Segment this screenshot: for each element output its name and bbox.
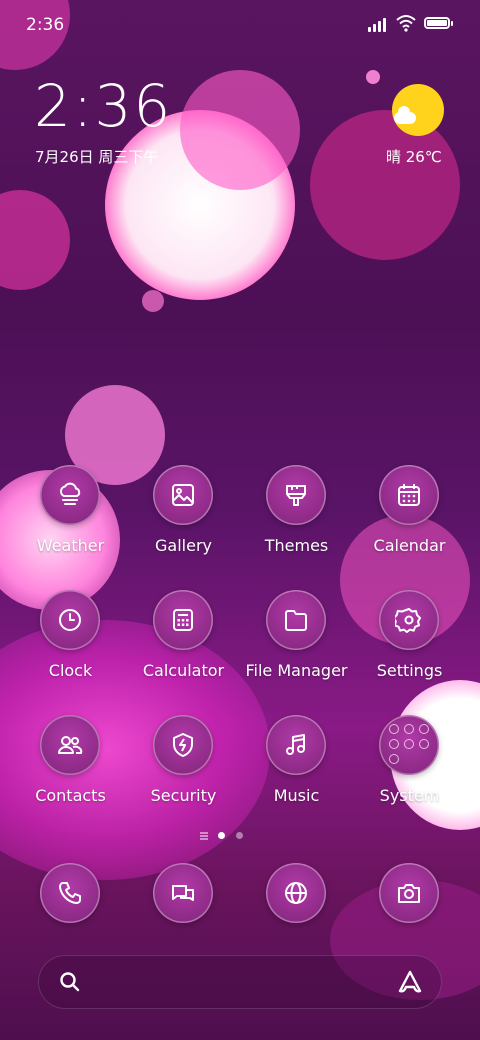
dock-messages[interactable] bbox=[127, 863, 240, 925]
dock-phone[interactable] bbox=[14, 863, 127, 925]
app-label: Settings bbox=[376, 661, 443, 680]
weather-temperature: 晴 26℃ bbox=[386, 148, 442, 166]
globe-icon bbox=[285, 882, 307, 904]
app-weather[interactable]: Weather bbox=[14, 465, 127, 575]
status-bar: 2:36 bbox=[0, 0, 480, 50]
page-dot bbox=[236, 832, 243, 839]
list-icon bbox=[200, 832, 208, 834]
contacts-icon bbox=[58, 736, 83, 754]
app-calculator[interactable]: Calculator bbox=[127, 590, 240, 700]
camera-icon bbox=[398, 884, 420, 903]
phone-icon bbox=[59, 882, 81, 904]
calculator-icon bbox=[173, 609, 193, 631]
folder-grid-icon bbox=[389, 724, 429, 764]
folder-system[interactable]: System bbox=[353, 715, 466, 825]
page-indicator[interactable] bbox=[200, 831, 250, 841]
app-music[interactable]: Music bbox=[240, 715, 353, 825]
page-dot-active bbox=[218, 832, 225, 839]
cloud-icon bbox=[394, 106, 416, 124]
app-label: Calendar bbox=[373, 536, 446, 555]
themes-icon bbox=[286, 485, 306, 506]
app-label: System bbox=[379, 786, 440, 805]
app-settings[interactable]: Settings bbox=[353, 590, 466, 700]
battery-icon bbox=[424, 17, 453, 29]
dock-browser[interactable] bbox=[240, 863, 353, 925]
calendar-icon bbox=[398, 484, 420, 506]
search-icon bbox=[60, 972, 80, 992]
app-contacts[interactable]: Contacts bbox=[14, 715, 127, 825]
signal-icon bbox=[368, 16, 390, 32]
clock-widget-time[interactable]: 2:36 bbox=[34, 72, 172, 140]
app-themes[interactable]: Themes bbox=[240, 465, 353, 575]
app-gallery[interactable]: Gallery bbox=[127, 465, 240, 575]
gallery-icon bbox=[172, 484, 194, 506]
status-time: 2:36 bbox=[26, 15, 65, 35]
wifi-icon bbox=[396, 15, 416, 32]
weather-icon bbox=[59, 482, 81, 505]
clock-widget-date: 7月26日 周三下午 bbox=[35, 148, 159, 166]
search-bar[interactable] bbox=[38, 955, 442, 1009]
app-file-manager[interactable]: File Manager bbox=[240, 590, 353, 700]
message-icon bbox=[172, 885, 194, 901]
folder-icon bbox=[285, 610, 307, 631]
clock-icon bbox=[59, 609, 81, 631]
assistant-icon[interactable] bbox=[396, 969, 424, 995]
gear-icon bbox=[395, 608, 421, 633]
app-security[interactable]: Security bbox=[127, 715, 240, 825]
weather-widget[interactable]: 晴 26℃ bbox=[384, 84, 448, 174]
dock-camera[interactable] bbox=[353, 863, 466, 925]
shield-icon bbox=[173, 733, 193, 757]
app-clock[interactable]: Clock bbox=[14, 590, 127, 700]
music-note-icon bbox=[286, 734, 305, 755]
app-calendar[interactable]: Calendar bbox=[353, 465, 466, 575]
